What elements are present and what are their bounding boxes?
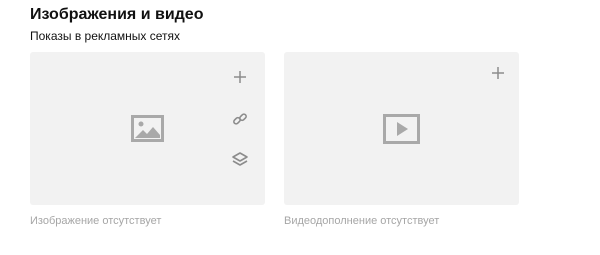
image-card[interactable]: [30, 52, 265, 205]
image-placeholder-icon: [131, 115, 164, 142]
video-card[interactable]: [284, 52, 519, 205]
plus-icon: [234, 71, 246, 83]
section-subtitle: Показы в рекламных сетях: [30, 29, 181, 43]
link-icon: [233, 113, 247, 125]
image-caption: Изображение отсутствует: [30, 215, 162, 227]
layers-icon: [232, 152, 248, 166]
section-title: Изображения и видео: [30, 6, 204, 23]
plus-icon: [492, 67, 504, 79]
add-image-link-button[interactable]: [230, 109, 250, 129]
video-placeholder-icon: [383, 114, 420, 144]
video-caption: Видеодополнение отсутствует: [284, 215, 440, 227]
add-video-button[interactable]: [488, 63, 508, 83]
choose-from-gallery-button[interactable]: [230, 150, 250, 170]
add-image-button[interactable]: [230, 67, 250, 87]
